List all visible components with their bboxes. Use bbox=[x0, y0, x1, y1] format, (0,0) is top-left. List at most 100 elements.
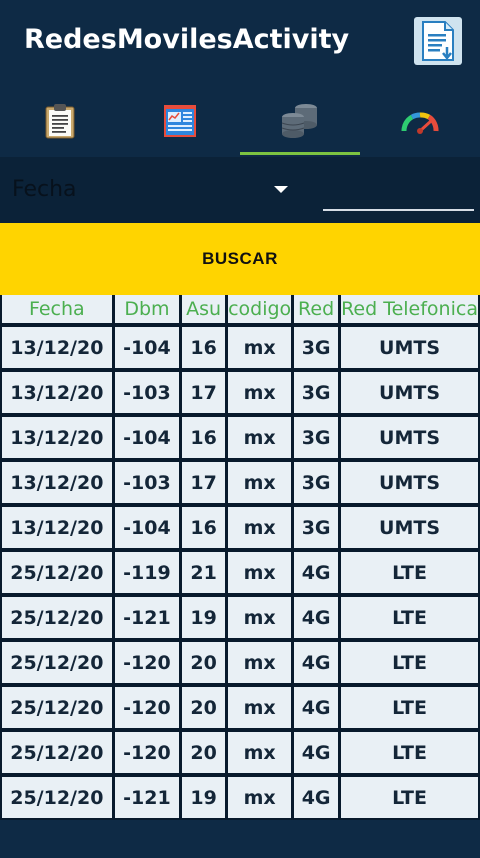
table-row[interactable]: 25/12/20 -119 21 mx 4G LTE bbox=[2, 548, 478, 593]
tab-reports[interactable] bbox=[120, 85, 240, 157]
table-row[interactable]: 13/12/20 -103 17 mx 3G UMTS bbox=[2, 458, 478, 503]
cell-codigo: mx bbox=[228, 368, 292, 413]
cell-dbm: -121 bbox=[114, 773, 180, 818]
cell-fecha: 13/12/20 bbox=[2, 368, 112, 413]
document-download-icon[interactable] bbox=[414, 17, 462, 65]
table-row[interactable]: 25/12/20 -120 20 mx 4G LTE bbox=[2, 728, 478, 773]
gauge-icon bbox=[401, 112, 439, 134]
cell-asu: 16 bbox=[182, 323, 226, 368]
table-row[interactable]: 13/12/20 -103 17 mx 3G UMTS bbox=[2, 368, 478, 413]
bottom-bar bbox=[0, 820, 480, 858]
cell-red: 4G bbox=[294, 683, 339, 728]
header-red: Red bbox=[294, 295, 339, 323]
cell-codigo: mx bbox=[228, 503, 292, 548]
cell-red: 3G bbox=[294, 323, 339, 368]
database-icon bbox=[281, 104, 317, 138]
cell-asu: 16 bbox=[182, 503, 226, 548]
cell-red-telefonica: LTE bbox=[341, 683, 478, 728]
cell-codigo: mx bbox=[228, 593, 292, 638]
cell-red: 4G bbox=[294, 728, 339, 773]
header-asu: Asu bbox=[182, 295, 226, 323]
tab-bar bbox=[0, 85, 480, 157]
table-row[interactable]: 25/12/20 -121 19 mx 4G LTE bbox=[2, 773, 478, 818]
cell-fecha: 25/12/20 bbox=[2, 593, 112, 638]
cell-dbm: -119 bbox=[114, 548, 180, 593]
table-header-row: Fecha Dbm Asu codigo Red Red Telefonica bbox=[2, 295, 478, 323]
cell-codigo: mx bbox=[228, 413, 292, 458]
cell-asu: 21 bbox=[182, 548, 226, 593]
cell-red: 3G bbox=[294, 503, 339, 548]
header-red-telefonica: Red Telefonica bbox=[341, 295, 478, 323]
cell-asu: 20 bbox=[182, 728, 226, 773]
cell-dbm: -104 bbox=[114, 413, 180, 458]
cell-fecha: 25/12/20 bbox=[2, 548, 112, 593]
cell-dbm: -121 bbox=[114, 593, 180, 638]
cell-red-telefonica: UMTS bbox=[341, 368, 478, 413]
chart-report-icon bbox=[164, 105, 196, 137]
cell-codigo: mx bbox=[228, 548, 292, 593]
cell-codigo: mx bbox=[228, 728, 292, 773]
cell-fecha: 13/12/20 bbox=[2, 323, 112, 368]
cell-asu: 20 bbox=[182, 638, 226, 683]
cell-red: 4G bbox=[294, 638, 339, 683]
search-input[interactable] bbox=[323, 209, 474, 211]
table-row[interactable]: 25/12/20 -121 19 mx 4G LTE bbox=[2, 593, 478, 638]
table-row[interactable]: 13/12/20 -104 16 mx 3G UMTS bbox=[2, 323, 478, 368]
filter-row: Fecha bbox=[0, 157, 480, 223]
cell-red-telefonica: LTE bbox=[341, 593, 478, 638]
cell-fecha: 25/12/20 bbox=[2, 683, 112, 728]
table-row[interactable]: 13/12/20 -104 16 mx 3G UMTS bbox=[2, 503, 478, 548]
app-title: RedesMovilesActivity bbox=[24, 24, 350, 55]
search-button[interactable]: BUSCAR bbox=[0, 223, 480, 295]
cell-red: 4G bbox=[294, 548, 339, 593]
cell-fecha: 25/12/20 bbox=[2, 773, 112, 818]
cell-codigo: mx bbox=[228, 638, 292, 683]
cell-red: 3G bbox=[294, 413, 339, 458]
header-fecha: Fecha bbox=[2, 295, 112, 323]
cell-fecha: 13/12/20 bbox=[2, 458, 112, 503]
table-row[interactable]: 13/12/20 -104 16 mx 3G UMTS bbox=[2, 413, 478, 458]
cell-dbm: -104 bbox=[114, 503, 180, 548]
cell-codigo: mx bbox=[228, 773, 292, 818]
table-row[interactable]: 25/12/20 -120 20 mx 4G LTE bbox=[2, 638, 478, 683]
search-button-label: BUSCAR bbox=[202, 249, 278, 268]
cell-fecha: 25/12/20 bbox=[2, 638, 112, 683]
cell-codigo: mx bbox=[228, 683, 292, 728]
cell-codigo: mx bbox=[228, 323, 292, 368]
cell-red-telefonica: UMTS bbox=[341, 413, 478, 458]
cell-red-telefonica: UMTS bbox=[341, 323, 478, 368]
table-row[interactable]: 25/12/20 -120 20 mx 4G LTE bbox=[2, 683, 478, 728]
cell-red-telefonica: LTE bbox=[341, 548, 478, 593]
cell-asu: 16 bbox=[182, 413, 226, 458]
app-bar: RedesMovilesActivity bbox=[0, 0, 480, 85]
cell-fecha: 13/12/20 bbox=[2, 503, 112, 548]
cell-codigo: mx bbox=[228, 458, 292, 503]
cell-asu: 17 bbox=[182, 368, 226, 413]
cell-dbm: -120 bbox=[114, 683, 180, 728]
cell-red: 3G bbox=[294, 368, 339, 413]
cell-dbm: -120 bbox=[114, 728, 180, 773]
cell-asu: 20 bbox=[182, 683, 226, 728]
tab-speed[interactable] bbox=[360, 85, 480, 157]
cell-fecha: 25/12/20 bbox=[2, 728, 112, 773]
cell-asu: 17 bbox=[182, 458, 226, 503]
cell-dbm: -103 bbox=[114, 368, 180, 413]
cell-red: 4G bbox=[294, 773, 339, 818]
header-dbm: Dbm bbox=[114, 295, 180, 323]
filter-spinner[interactable]: Fecha bbox=[12, 177, 77, 202]
spinner-dropdown-icon[interactable] bbox=[274, 186, 288, 193]
tab-clipboard[interactable] bbox=[0, 85, 120, 157]
tab-selected-indicator bbox=[240, 152, 360, 155]
cell-red-telefonica: LTE bbox=[341, 638, 478, 683]
cell-dbm: -103 bbox=[114, 458, 180, 503]
results-table: Fecha Dbm Asu codigo Red Red Telefonica … bbox=[0, 295, 480, 818]
results-table-container: Fecha Dbm Asu codigo Red Red Telefonica … bbox=[0, 295, 480, 820]
cell-red-telefonica: UMTS bbox=[341, 503, 478, 548]
cell-red-telefonica: LTE bbox=[341, 728, 478, 773]
cell-asu: 19 bbox=[182, 593, 226, 638]
cell-red: 4G bbox=[294, 593, 339, 638]
cell-fecha: 13/12/20 bbox=[2, 413, 112, 458]
tab-database[interactable] bbox=[240, 85, 360, 157]
cell-red-telefonica: LTE bbox=[341, 773, 478, 818]
cell-red: 3G bbox=[294, 458, 339, 503]
